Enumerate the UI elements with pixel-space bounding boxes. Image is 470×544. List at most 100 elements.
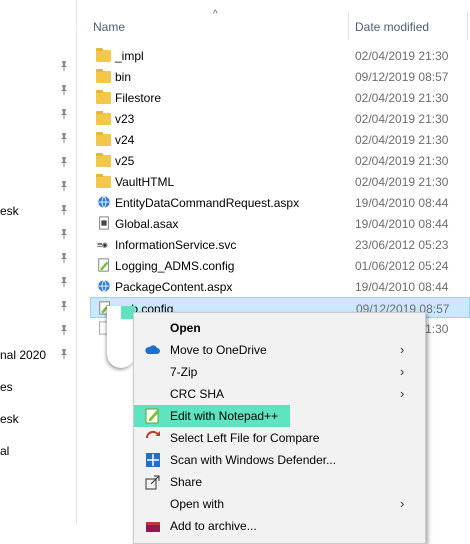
menu-item[interactable]: Move to OneDrive › [134,339,425,361]
file-icon [98,196,110,208]
file-date: 02/04/2019 21:30 [355,133,449,147]
nav-item-label[interactable]: es [0,380,13,394]
menu-item-label: Add to archive... [170,519,257,533]
pin-icon[interactable] [58,60,70,72]
folder-icon [96,48,111,62]
pin-icon[interactable] [58,84,70,96]
menu-item[interactable]: Open [134,317,425,339]
file-name: InformationService.svc [115,238,237,252]
pin-icon[interactable] [58,228,70,240]
file-icon [98,280,110,292]
menu-item[interactable]: Open with › [134,493,425,515]
share-icon [145,474,161,490]
file-name: v24 [115,133,135,147]
menu-item-label: Edit with Notepad++ [170,409,279,423]
menu-item-label: 7-Zip [170,365,198,379]
nav-item-label[interactable]: al [0,444,9,458]
file-name: v25 [115,154,135,168]
pin-icon[interactable] [58,276,70,288]
file-date: 23/06/2012 05:23 [355,238,449,252]
file-row[interactable]: _impl 02/04/2019 21:30 [90,45,470,66]
menu-item-label: Scan with Windows Defender... [170,453,337,467]
file-name: EntityDataCommandRequest.aspx [115,196,300,210]
column-header: ^ Name Date modified [77,0,470,40]
file-name: VaultHTML [115,175,175,189]
file-row[interactable]: v24 02/04/2019 21:30 [90,129,470,150]
pin-icon[interactable] [58,180,70,192]
pin-icon[interactable] [58,156,70,168]
nav-item-label[interactable]: nal 2020 [0,348,46,362]
chevron-right-icon: › [400,496,405,511]
file-row[interactable]: PackageContent.aspx 19/04/2010 08:44 [90,276,470,297]
menu-item-label: Open with [170,497,225,511]
file-row[interactable]: v25 02/04/2019 21:30 [90,150,470,171]
file-row[interactable]: Logging_ADMS.config 01/06/2012 05:24 [90,255,470,276]
file-date: 02/04/2019 21:30 [355,175,449,189]
pin-icon[interactable] [58,252,70,264]
menu-item[interactable]: Select Left File for Compare [134,427,425,449]
file-name: PackageContent.aspx [115,280,233,294]
file-row[interactable]: Global.asax 19/04/2010 08:44 [90,213,470,234]
menu-item-label: Open [170,321,201,335]
folder-icon [96,111,111,125]
menu-item[interactable]: CRC SHA › [134,383,425,405]
pin-icon[interactable] [58,300,70,312]
file-date: 19/04/2010 08:44 [355,196,449,210]
menu-item-label: CRC SHA [170,387,225,401]
file-date: 02/04/2019 21:30 [355,91,449,105]
file-name: v23 [115,112,135,126]
file-row[interactable]: v23 02/04/2019 21:30 [90,108,470,129]
archive-icon [145,518,161,534]
defender-icon [145,452,161,468]
onedrive-icon [145,342,161,358]
file-date: 19/04/2010 08:44 [355,217,449,231]
menu-item[interactable]: Edit with Notepad++ [134,405,290,427]
file-name: _impl [115,49,144,63]
file-row[interactable]: VaultHTML 02/04/2019 21:30 [90,171,470,192]
column-divider[interactable] [348,12,349,40]
file-name: Filestore [115,91,162,105]
pin-icon[interactable] [58,132,70,144]
file-name: bin [115,70,132,84]
menu-item[interactable]: 7-Zip › [134,361,425,383]
folder-icon [96,90,111,104]
nav-item-label[interactable]: esk [0,412,19,426]
file-name: Global.asax [115,217,179,231]
svg-text:≡◉: ≡◉ [97,241,108,251]
file-icon [98,258,109,272]
menu-item-label: Select Left File for Compare [170,431,320,445]
folder-icon [96,153,111,167]
pin-icon[interactable] [58,204,70,216]
column-name-header[interactable]: Name [93,20,125,34]
file-icon [99,216,109,230]
menu-item[interactable]: Add to archive... [134,515,425,537]
pin-icon[interactable] [58,324,70,336]
sort-ascending-icon: ^ [213,9,218,20]
file-date: 01/06/2012 05:24 [355,259,449,273]
folder-icon [96,174,111,188]
nav-item-label[interactable]: esk [0,204,19,218]
context-menu: Open Move to OneDrive › 7-Zip › CRC SHA › Edit … [133,312,426,544]
file-icon: ≡◉ [97,241,108,251]
file-date: 02/04/2019 21:30 [355,154,449,168]
compare-icon [145,430,161,446]
notepadpp-icon [145,408,161,424]
chevron-right-icon: › [400,342,405,357]
pin-icon[interactable] [58,348,70,360]
file-row[interactable]: bin 09/12/2019 08:57 [90,66,470,87]
file-row[interactable]: Filestore 02/04/2019 21:30 [90,87,470,108]
file-date: 19/04/2010 08:44 [355,280,449,294]
column-divider[interactable] [467,12,468,40]
file-row[interactable]: ≡◉ InformationService.svc 23/06/2012 05:23 [90,234,470,255]
file-date: 02/04/2019 21:30 [355,49,449,63]
column-date-header[interactable]: Date modified [355,20,429,34]
menu-item[interactable]: Scan with Windows Defender... [134,449,425,471]
file-row[interactable]: EntityDataCommandRequest.aspx 19/04/2010 … [90,192,470,213]
pin-icon[interactable] [58,108,70,120]
folder-icon [96,132,111,146]
menu-item-label: Move to OneDrive [170,343,267,357]
file-date: 09/12/2019 08:57 [355,70,449,84]
menu-item[interactable]: Share [134,471,425,493]
file-date: 02/04/2019 21:30 [355,112,449,126]
folder-icon [96,69,111,83]
